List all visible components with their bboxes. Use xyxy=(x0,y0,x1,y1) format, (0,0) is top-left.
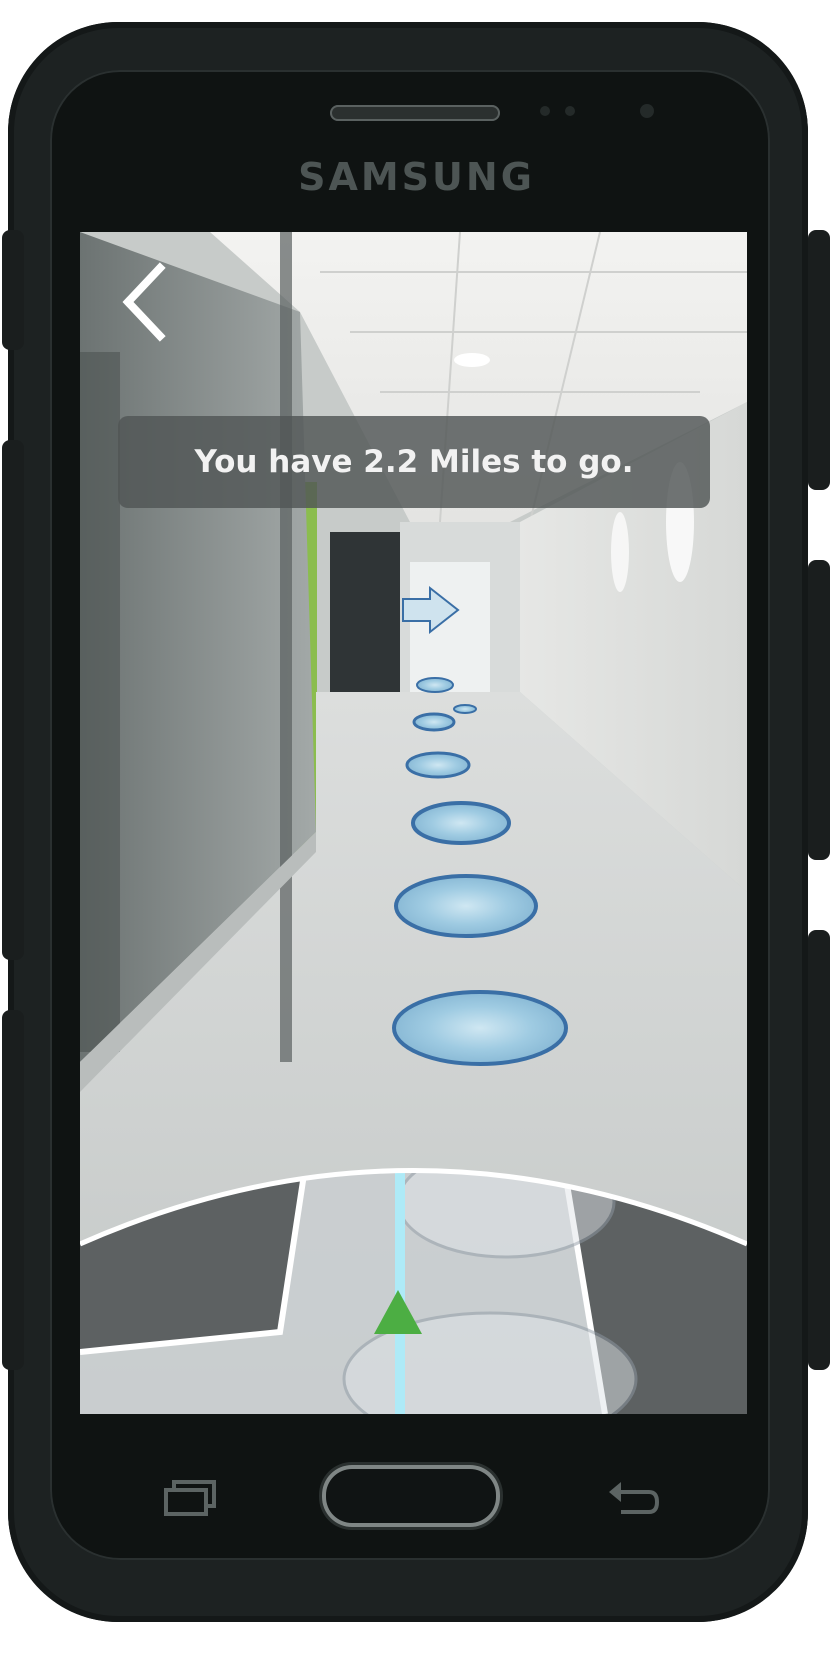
case-grip-right xyxy=(808,230,830,490)
distance-banner: You have 2.2 Miles to go. xyxy=(118,416,710,508)
light-sensor xyxy=(565,106,575,116)
case-grip-right xyxy=(808,560,830,860)
case-grip-right xyxy=(808,930,830,1370)
proximity-sensor xyxy=(540,106,550,116)
recents-button[interactable] xyxy=(162,1478,218,1518)
recents-icon xyxy=(164,1480,216,1516)
earpiece-speaker xyxy=(330,105,500,121)
android-back-icon xyxy=(609,1482,660,1514)
front-camera xyxy=(640,104,654,118)
home-button[interactable] xyxy=(322,1465,500,1527)
back-button[interactable] xyxy=(118,262,178,342)
route-line xyxy=(395,1170,405,1414)
brand-logo: SAMSUNG xyxy=(298,155,535,199)
phone-frame: SAMSUNG You have 2.2 Miles to go. xyxy=(0,0,833,1661)
case-grip-left xyxy=(2,440,24,960)
chevron-left-icon xyxy=(122,262,166,342)
mini-map[interactable] xyxy=(80,232,747,1414)
android-back-button[interactable] xyxy=(605,1478,661,1518)
case-grip-left xyxy=(2,1010,24,1370)
ar-camera-view[interactable]: You have 2.2 Miles to go. xyxy=(80,232,747,1414)
case-grip-left xyxy=(2,230,24,350)
